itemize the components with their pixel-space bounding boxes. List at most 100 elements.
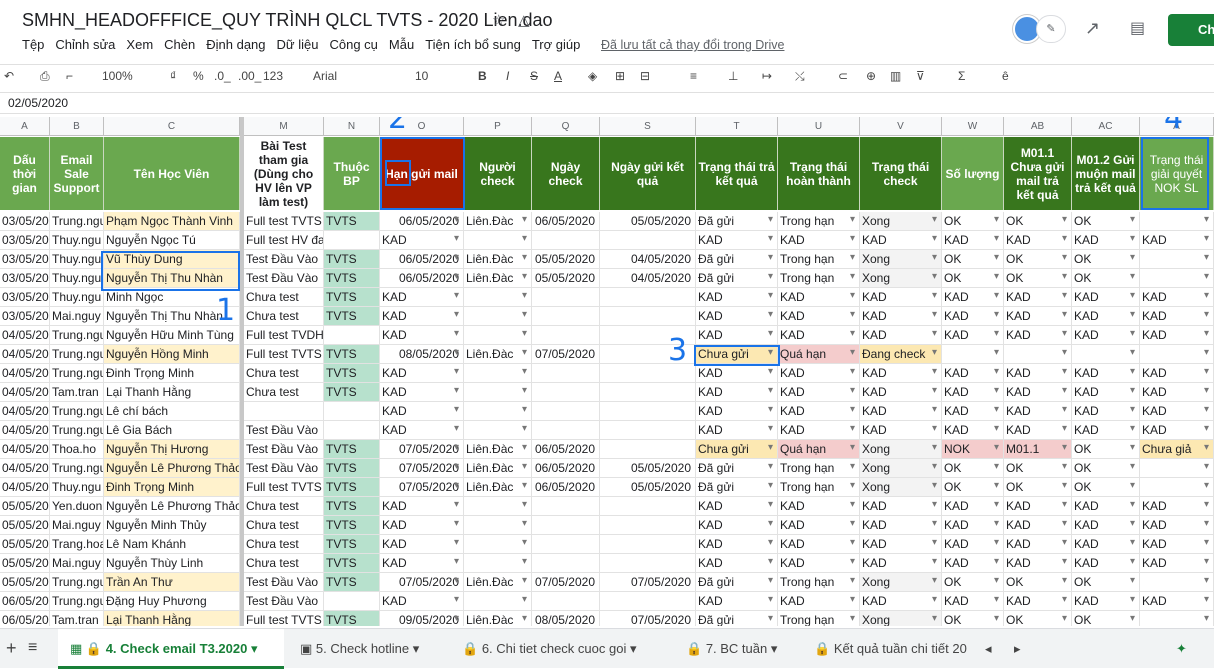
column-header-q[interactable]: Q	[532, 117, 600, 136]
column-header-u[interactable]: U	[778, 117, 860, 136]
cell-p[interactable]: Liên.Đàc	[464, 440, 532, 459]
cell-s[interactable]	[600, 231, 696, 250]
cell-t[interactable]: Đã gửi	[696, 459, 778, 478]
cell-c[interactable]: Nguyễn Thị Hương	[104, 440, 240, 459]
text-color-button[interactable]: A	[554, 69, 562, 83]
menu-item[interactable]: Chèn	[164, 37, 195, 52]
cell-a[interactable]: 04/05/202	[0, 421, 50, 440]
bold-button[interactable]: B	[478, 69, 487, 83]
cell-ad[interactable]: KAD	[1140, 364, 1214, 383]
menu-item[interactable]: Định dạng	[206, 37, 265, 52]
cell-v[interactable]: KAD	[860, 326, 942, 345]
cell-a[interactable]: 05/05/202	[0, 554, 50, 573]
horizontal-align-icon[interactable]: ≡	[690, 69, 697, 83]
cell-u[interactable]: KAD	[778, 497, 860, 516]
cell-q[interactable]	[532, 554, 600, 573]
cell-b[interactable]: Trung.ngu	[50, 459, 104, 478]
cell-q[interactable]: 08/05/2020	[532, 611, 600, 626]
cell-q[interactable]: 05/05/2020	[532, 269, 600, 288]
cell-c[interactable]: Nguyễn Thùy Linh	[104, 554, 240, 573]
cell-c[interactable]: Lại Thanh Hằng	[104, 611, 240, 626]
cell-m[interactable]	[244, 402, 324, 421]
menu-item[interactable]: Xem	[126, 37, 153, 52]
cell-t[interactable]: Đã gửi	[696, 478, 778, 497]
cell-w[interactable]: KAD	[942, 402, 1004, 421]
cell-n[interactable]: TVTS	[324, 478, 380, 497]
cell-u[interactable]: Quá hạn	[778, 440, 860, 459]
cell-b[interactable]: Mai.nguy	[50, 516, 104, 535]
cell-v[interactable]: KAD	[860, 592, 942, 611]
text-wrap-icon[interactable]: ↦	[762, 69, 772, 83]
cell-w[interactable]: KAD	[942, 307, 1004, 326]
cell-u[interactable]: KAD	[778, 383, 860, 402]
cell-a[interactable]: 04/05/202	[0, 345, 50, 364]
cell-a[interactable]: 04/05/202	[0, 383, 50, 402]
cell-s[interactable]	[600, 288, 696, 307]
header-v[interactable]: Trạng thái check	[860, 137, 942, 210]
cell-w[interactable]: OK	[942, 269, 1004, 288]
tab-check-email[interactable]: ▦ 🔒 4. Check email T3.2020 ▾	[58, 629, 284, 669]
cell-v[interactable]: KAD	[860, 497, 942, 516]
cell-w[interactable]: KAD	[942, 535, 1004, 554]
cell-s[interactable]	[600, 307, 696, 326]
comment-insert-icon[interactable]: ⊕	[866, 69, 876, 83]
cell-ac[interactable]: OK	[1072, 212, 1140, 231]
cell-o[interactable]: KAD	[380, 364, 464, 383]
cell-ad[interactable]	[1140, 269, 1214, 288]
cell-v[interactable]: KAD	[860, 535, 942, 554]
cell-w[interactable]: OK	[942, 478, 1004, 497]
cell-v[interactable]: Xong	[860, 478, 942, 497]
cell-c[interactable]: Nguyễn Minh Thủy	[104, 516, 240, 535]
cell-b[interactable]: Thuy.ngu	[50, 250, 104, 269]
cell-n[interactable]	[324, 421, 380, 440]
cell-ab[interactable]: OK	[1004, 212, 1072, 231]
cell-b[interactable]: Thuy.ngu	[50, 288, 104, 307]
cell-o[interactable]: 06/05/2020	[380, 250, 464, 269]
cell-o[interactable]: KAD	[380, 326, 464, 345]
cell-q[interactable]	[532, 364, 600, 383]
percent-format-button[interactable]: %	[193, 69, 204, 83]
cell-ab[interactable]: OK	[1004, 250, 1072, 269]
cell-c[interactable]: Lại Thanh Hằng	[104, 383, 240, 402]
cell-a[interactable]: 06/05/202	[0, 592, 50, 611]
cell-o[interactable]: 09/05/2020	[380, 611, 464, 626]
cell-u[interactable]: KAD	[778, 554, 860, 573]
cell-s[interactable]	[600, 535, 696, 554]
cell-b[interactable]: Mai.nguy	[50, 307, 104, 326]
cell-w[interactable]: KAD	[942, 421, 1004, 440]
cell-ac[interactable]: OK	[1072, 573, 1140, 592]
cell-p[interactable]: Liên.Đàc	[464, 478, 532, 497]
tab-bc-tuan[interactable]: 🔒 7. BC tuần ▾	[676, 629, 804, 669]
menu-item[interactable]: Dữ liệu	[277, 37, 319, 52]
cell-u[interactable]: KAD	[778, 364, 860, 383]
cell-b[interactable]: Thoa.ho	[50, 440, 104, 459]
cell-ac[interactable]: KAD	[1072, 554, 1140, 573]
formula-bar[interactable]: 02/05/2020	[0, 92, 1214, 114]
borders-icon[interactable]: ⊞	[615, 69, 625, 83]
cell-s[interactable]	[600, 497, 696, 516]
cell-ad[interactable]	[1140, 573, 1214, 592]
cell-a[interactable]: 05/05/202	[0, 535, 50, 554]
cell-p[interactable]	[464, 592, 532, 611]
cell-p[interactable]	[464, 402, 532, 421]
cell-w[interactable]: OK	[942, 611, 1004, 626]
cell-ad[interactable]: KAD	[1140, 402, 1214, 421]
column-header-c[interactable]: C	[104, 117, 240, 136]
cell-v[interactable]: KAD	[860, 421, 942, 440]
cell-p[interactable]: Liên.Đàc	[464, 459, 532, 478]
cell-w[interactable]: KAD	[942, 592, 1004, 611]
cell-s[interactable]	[600, 421, 696, 440]
vertical-align-icon[interactable]: ⊥	[728, 69, 738, 83]
cell-s[interactable]	[600, 402, 696, 421]
cell-ad[interactable]	[1140, 611, 1214, 626]
column-header-w[interactable]: W	[942, 117, 1004, 136]
cell-ad[interactable]: KAD	[1140, 231, 1214, 250]
cell-o[interactable]: KAD	[380, 554, 464, 573]
cell-a[interactable]: 03/05/202	[0, 307, 50, 326]
cell-m[interactable]: Full test TVTS	[244, 345, 324, 364]
cell-m[interactable]: Chưa test	[244, 554, 324, 573]
cell-t[interactable]: KAD	[696, 326, 778, 345]
cell-q[interactable]	[532, 383, 600, 402]
cell-c[interactable]: Nguyễn Lê Phương Thảo	[104, 497, 240, 516]
header-u[interactable]: Trạng thái hoàn thành	[778, 137, 860, 210]
